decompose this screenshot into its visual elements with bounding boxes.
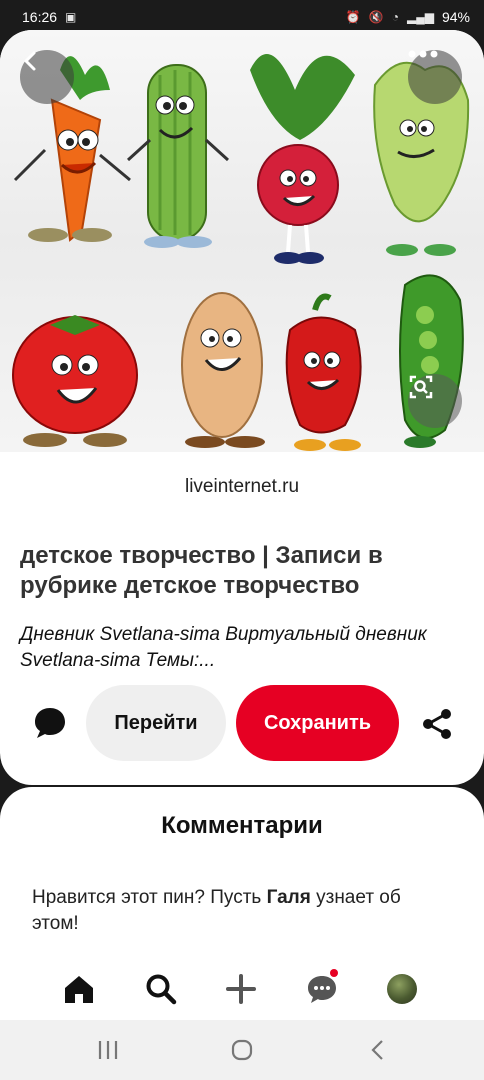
search-icon: [146, 974, 177, 1005]
nav-search[interactable]: [144, 972, 178, 1006]
comment-button[interactable]: [32, 705, 68, 746]
share-icon: [423, 709, 451, 739]
back-button[interactable]: [20, 50, 74, 104]
comments-prompt-name: Галя: [266, 887, 311, 908]
pin-actions: Перейти Сохранить: [0, 685, 484, 761]
nav-home[interactable]: [62, 972, 96, 1006]
notification-badge: [330, 969, 338, 977]
nav-create[interactable]: [224, 972, 258, 1006]
profile-avatar: [387, 974, 417, 1004]
comments-prompt: Нравится этот пин? Пусть Галя узнает об …: [32, 885, 452, 937]
pin-card: liveinternet.ru детское творчество | Зап…: [0, 30, 484, 785]
pin-source-domain[interactable]: liveinternet.ru: [0, 476, 484, 498]
status-right: ⏰ 🔇 ◔ ▂▄▆ 94%: [346, 9, 470, 25]
nav-profile[interactable]: [385, 972, 419, 1006]
alarm-icon: ⏰: [345, 10, 361, 24]
back-arrow-icon: [371, 1040, 383, 1060]
home-system-button[interactable]: [228, 1038, 256, 1062]
nav-messages[interactable]: [305, 969, 339, 1006]
home-circle-icon: [231, 1039, 253, 1061]
pin-description: Дневник Svetlana-sima Виртуальный дневни…: [20, 624, 427, 671]
pin-image[interactable]: [0, 30, 484, 452]
gallery-notification-icon: ▣: [65, 10, 77, 24]
share-button[interactable]: [420, 707, 454, 746]
tomato-character: [12, 315, 138, 447]
recent-apps-button[interactable]: [94, 1038, 122, 1062]
more-dots-icon: [408, 50, 438, 58]
save-button[interactable]: Сохранить: [236, 685, 399, 761]
signal-icon: ▂▄▆: [407, 10, 434, 24]
bottom-navigation: [0, 958, 484, 1020]
lens-search-icon: [409, 375, 433, 399]
system-navigation-bar: [0, 1020, 484, 1080]
go-to-site-button[interactable]: Перейти: [86, 685, 226, 761]
wifi-icon: ◔: [391, 10, 399, 24]
potato-character: [181, 292, 265, 448]
home-icon: [65, 976, 93, 1003]
back-system-button[interactable]: [364, 1038, 392, 1062]
mute-icon: 🔇: [368, 10, 384, 24]
radish-character: [250, 54, 355, 264]
comment-bubble-icon: [35, 708, 65, 738]
chevron-left-icon: [24, 51, 36, 71]
pin-title: детское творчество | Записи в рубрике де…: [20, 542, 383, 599]
status-time: 16:26: [22, 9, 58, 25]
cucumber-character: [126, 64, 230, 248]
add-icon: [226, 974, 256, 1004]
comments-title: Комментарии: [161, 812, 323, 839]
more-options-button[interactable]: [408, 50, 462, 104]
comments-prompt-before: Нравится этот пин? Пусть: [32, 887, 267, 908]
status-left: 16:26 ▣: [22, 9, 76, 25]
recent-apps-icon: [98, 1041, 118, 1059]
messages-icon: [308, 976, 336, 1003]
status-bar: 16:26 ▣ ⏰ 🔇 ◔ ▂▄▆ 94%: [0, 0, 484, 34]
battery-level: 94%: [441, 9, 470, 25]
pepper-character: [285, 293, 362, 451]
visual-search-button[interactable]: [408, 374, 462, 428]
